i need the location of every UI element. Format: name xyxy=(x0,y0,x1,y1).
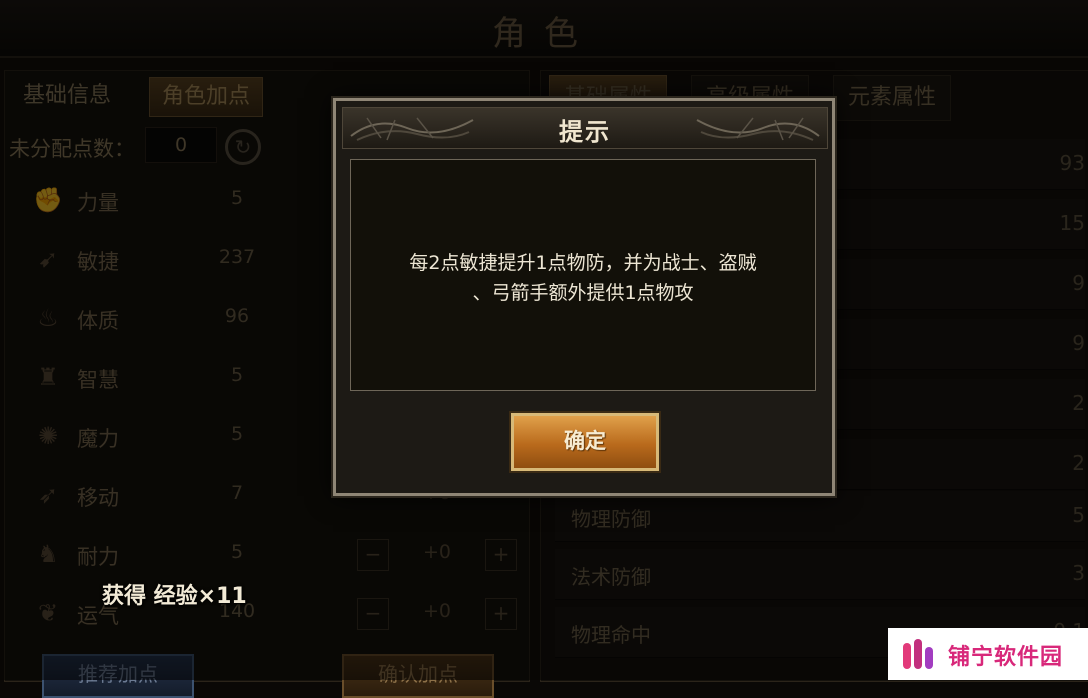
magic-icon: ✺ xyxy=(37,422,59,450)
header-bar: 角色 xyxy=(0,0,1088,58)
tab-basic-info[interactable]: 基础信息 xyxy=(11,77,123,115)
confirm-points-button[interactable]: 确认加点 xyxy=(342,654,494,698)
stat-value: 5 xyxy=(230,423,244,445)
stat-label: 力量 xyxy=(77,191,119,215)
strength-icon: ✊ xyxy=(33,186,63,214)
ok-button[interactable]: 确定 xyxy=(511,413,659,471)
game-screen: 角色 基础信息 角色加点 未分配点数： 0 ↻ ✊ 力量 5 ➹ 敏捷 237 … xyxy=(0,0,1088,698)
hint-dialog: 提示 每2点敏捷提升1点物防，并为战士、盗贼 、弓箭手额外提供1点物攻 确定 xyxy=(333,98,835,496)
stat-value: 96 xyxy=(224,305,250,327)
attribute-row-magic-defense: 法术防御 3 xyxy=(555,549,1085,600)
attribute-row-physical-defense: 物理防御 5 xyxy=(555,491,1085,542)
stat-value: 5 xyxy=(230,364,244,386)
increase-button[interactable]: + xyxy=(485,539,517,571)
watermark-text: 铺宁软件园 xyxy=(948,645,1064,670)
dialog-message-line: 每2点敏捷提升1点物防，并为战士、盗贼 xyxy=(409,252,757,274)
attribute-label: 法术防御 xyxy=(571,565,651,589)
exp-gain-popup: 获得 经验×11 xyxy=(102,584,247,609)
dialog-message-line: 、弓箭手额外提供1点物攻 xyxy=(472,282,694,304)
decrease-button[interactable]: − xyxy=(357,598,389,630)
stat-value: 5 xyxy=(230,541,244,563)
movement-icon: ➶ xyxy=(37,481,59,509)
constitution-icon: ♨ xyxy=(37,304,59,332)
attribute-label: 物理防御 xyxy=(571,507,651,531)
dialog-body: 每2点敏捷提升1点物防，并为战士、盗贼 、弓箭手额外提供1点物攻 xyxy=(350,159,816,391)
ornament-right-icon xyxy=(696,117,820,141)
watermark: 铺宁软件园 xyxy=(888,628,1088,680)
stat-label: 耐力 xyxy=(77,545,119,569)
wisdom-icon: ♜ xyxy=(37,363,59,391)
attribute-value: 2 xyxy=(1072,451,1085,475)
agility-icon: ➹ xyxy=(37,245,59,273)
stat-label: 移动 xyxy=(77,486,119,510)
stat-value: 7 xyxy=(230,482,244,504)
stat-label[interactable]: 敏捷 xyxy=(77,246,119,276)
stat-row-endurance: ♞ 耐力 5 − +0 + xyxy=(27,535,523,575)
recommend-points-button[interactable]: 推荐加点 xyxy=(42,654,194,698)
dialog-message: 每2点敏捷提升1点物防，并为战士、盗贼 、弓箭手额外提供1点物攻 xyxy=(351,248,815,308)
dialog-header: 提示 xyxy=(342,107,828,149)
watermark-logo-icon xyxy=(903,639,933,669)
attribute-value: 9 xyxy=(1072,271,1085,295)
tab-element-attributes[interactable]: 元素属性 xyxy=(833,75,952,121)
attribute-value: 9 xyxy=(1072,331,1085,355)
stat-bonus: +0 xyxy=(422,600,451,622)
increase-button[interactable]: + xyxy=(485,598,517,630)
attribute-value: 93 xyxy=(1059,151,1085,175)
attribute-value: 3 xyxy=(1072,561,1085,585)
stat-value: 237 xyxy=(218,246,256,268)
page-title: 角色 xyxy=(492,14,596,54)
attribute-value: 5 xyxy=(1072,503,1085,527)
attribute-value: 2 xyxy=(1072,391,1085,415)
decrease-button[interactable]: − xyxy=(357,539,389,571)
unassigned-points-label: 未分配点数： xyxy=(9,137,135,161)
endurance-icon: ♞ xyxy=(37,540,59,568)
stat-label: 智慧 xyxy=(77,368,119,392)
attribute-value: 15 xyxy=(1059,211,1085,235)
reset-icon[interactable]: ↻ xyxy=(225,129,261,165)
attribute-label: 物理命中 xyxy=(571,623,651,647)
unassigned-points-value: 0 xyxy=(145,127,217,163)
stat-bonus: +0 xyxy=(422,541,451,563)
stat-value: 5 xyxy=(230,187,244,209)
luck-icon: ❦ xyxy=(37,599,59,627)
stat-label: 魔力 xyxy=(77,427,119,451)
stat-label: 体质 xyxy=(77,309,119,333)
tab-attribute-points[interactable]: 角色加点 xyxy=(149,77,264,117)
